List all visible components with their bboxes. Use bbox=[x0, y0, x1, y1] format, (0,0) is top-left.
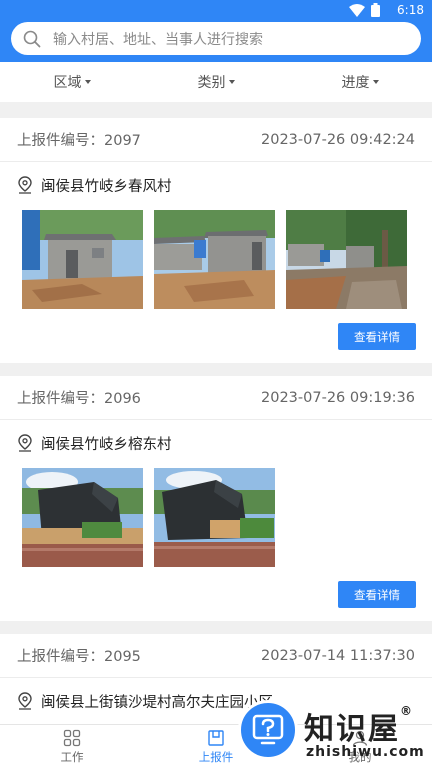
tab-work[interactable]: 工作 bbox=[0, 725, 144, 768]
status-bar: 6:18 bbox=[0, 0, 432, 22]
report-card-header: 上报件编号：2097 2023-07-26 09:42:24 bbox=[0, 118, 432, 162]
report-card[interactable]: 上报件编号：2096 2023-07-26 09:19:36 闽侯县竹岐乡榕东村 bbox=[0, 376, 432, 621]
report-tray-icon bbox=[208, 729, 224, 746]
report-datetime: 2023-07-14 11:37:30 bbox=[261, 647, 415, 664]
photo-gallery bbox=[0, 468, 432, 567]
status-time: 6:18 bbox=[397, 3, 424, 17]
watermark-url: zhishiwu.com bbox=[306, 744, 425, 760]
view-detail-button[interactable]: 查看详情 bbox=[338, 581, 416, 608]
site-photo[interactable] bbox=[154, 210, 275, 309]
site-photo[interactable] bbox=[286, 210, 407, 309]
filter-label: 进度 bbox=[341, 75, 370, 91]
filter-progress[interactable]: 进度 bbox=[288, 62, 432, 102]
status-icons bbox=[349, 3, 380, 17]
battery-icon bbox=[371, 3, 380, 17]
report-location: 闽侯县竹岐乡春风村 bbox=[0, 162, 432, 208]
report-number: 上报件编号：2096 bbox=[17, 391, 141, 407]
site-photo[interactable] bbox=[154, 468, 275, 567]
photo-gallery bbox=[0, 210, 432, 309]
report-card-header: 上报件编号：2095 2023-07-14 11:37:30 bbox=[0, 634, 432, 678]
filter-bar: 区域 类别 进度 bbox=[0, 62, 432, 102]
location-pin-icon bbox=[18, 692, 32, 710]
header: 6:18 输入村居、地址、当事人进行搜索 bbox=[0, 0, 432, 62]
location-text: 闽侯县竹岐乡榕东村 bbox=[41, 436, 172, 453]
filter-label: 类别 bbox=[197, 75, 226, 91]
caret-down-icon bbox=[84, 80, 91, 84]
watermark-title: 知识屋® bbox=[304, 704, 414, 747]
location-pin-icon bbox=[18, 434, 32, 452]
search-input[interactable]: 输入村居、地址、当事人进行搜索 bbox=[11, 22, 421, 55]
caret-down-icon bbox=[372, 80, 379, 84]
report-location: 闽侯县竹岐乡榕东村 bbox=[0, 420, 432, 466]
report-card-header: 上报件编号：2096 2023-07-26 09:19:36 bbox=[0, 376, 432, 420]
report-number: 上报件编号：2095 bbox=[17, 649, 141, 665]
report-datetime: 2023-07-26 09:42:24 bbox=[261, 131, 415, 148]
site-photo[interactable] bbox=[22, 468, 143, 567]
watermark: 知识屋® zhishiwu.com bbox=[238, 700, 432, 768]
tab-label: 工作 bbox=[60, 749, 84, 764]
filter-category[interactable]: 类别 bbox=[144, 62, 288, 102]
view-detail-button[interactable]: 查看详情 bbox=[338, 323, 416, 350]
report-datetime: 2023-07-26 09:19:36 bbox=[261, 389, 415, 406]
filter-label: 区域 bbox=[53, 75, 82, 91]
search-placeholder: 输入村居、地址、当事人进行搜索 bbox=[53, 31, 263, 48]
location-text: 闽侯县竹岐乡春风村 bbox=[41, 178, 172, 195]
site-photo[interactable] bbox=[22, 210, 143, 309]
filter-region[interactable]: 区域 bbox=[0, 62, 144, 102]
caret-down-icon bbox=[228, 80, 235, 84]
watermark-logo-icon bbox=[238, 700, 298, 760]
tab-label: 上报件 bbox=[198, 749, 234, 764]
report-number: 上报件编号：2097 bbox=[17, 133, 141, 149]
report-card[interactable]: 上报件编号：2097 2023-07-26 09:42:24 闽侯县竹岐乡春风村 bbox=[0, 118, 432, 363]
grid-icon bbox=[63, 729, 81, 746]
wifi-icon bbox=[349, 3, 365, 17]
search-icon bbox=[23, 30, 41, 47]
location-pin-icon bbox=[18, 176, 32, 194]
